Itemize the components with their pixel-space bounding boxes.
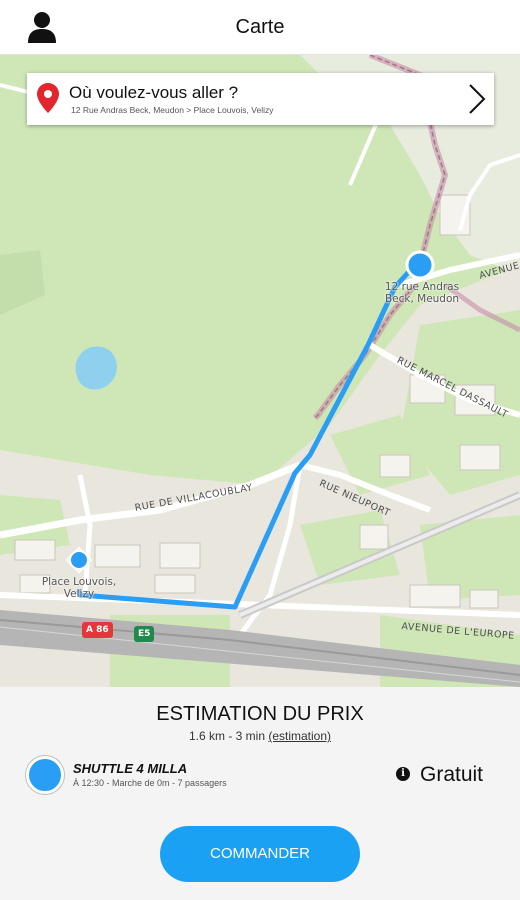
origin-label: 12 rue Andras Beck, Meudon bbox=[372, 281, 472, 305]
search-route: 12 Rue Andras Beck, Meudon > Place Louvo… bbox=[71, 105, 274, 115]
price-estimate-panel: ESTIMATION DU PRIX 1.6 km - 3 min (estim… bbox=[0, 687, 520, 900]
chevron-right-icon[interactable] bbox=[468, 83, 486, 115]
destination-label-line-2: Velizy bbox=[63, 588, 95, 600]
order-button[interactable]: COMMANDER bbox=[160, 826, 360, 882]
info-icon[interactable]: i bbox=[396, 767, 410, 781]
search-question: Où voulez-vous aller ? bbox=[69, 83, 239, 102]
map-view[interactable]: RUE DE VILLACOUBLAY RUE NIEUPORT RUE MAR… bbox=[0, 55, 520, 687]
estimate-title: ESTIMATION DU PRIX bbox=[156, 703, 364, 725]
page-title: Carte bbox=[235, 16, 285, 38]
origin-label-line-1: 12 rue Andras bbox=[384, 281, 460, 293]
estimate-summary-line: 1.6 km - 3 min (estimation) bbox=[0, 729, 520, 743]
estimate-link[interactable]: (estimation) bbox=[268, 729, 331, 743]
destination-search-bar[interactable]: Où voulez-vous aller ? 12 Rue Andras Bec… bbox=[27, 73, 494, 125]
location-pin-icon bbox=[37, 83, 59, 113]
price-value: Gratuit bbox=[420, 763, 484, 786]
e5-shield: E5 bbox=[134, 626, 155, 642]
top-bar: Carte bbox=[0, 0, 520, 55]
shuttle-name: SHUTTLE 4 MILLA bbox=[73, 761, 188, 776]
shuttle-details: À 12:30 - Marche de 0m - 7 passagers bbox=[73, 778, 227, 788]
destination-label: Place Louvois, Velizy bbox=[26, 576, 132, 600]
destination-label-line-1: Place Louvois, bbox=[41, 576, 117, 588]
origin-label-line-2: Beck, Meudon bbox=[384, 293, 460, 305]
estimate-summary: 1.6 km - 3 min bbox=[188, 729, 265, 743]
shuttle-icon bbox=[26, 756, 64, 794]
a86-shield: A 86 bbox=[82, 622, 113, 638]
